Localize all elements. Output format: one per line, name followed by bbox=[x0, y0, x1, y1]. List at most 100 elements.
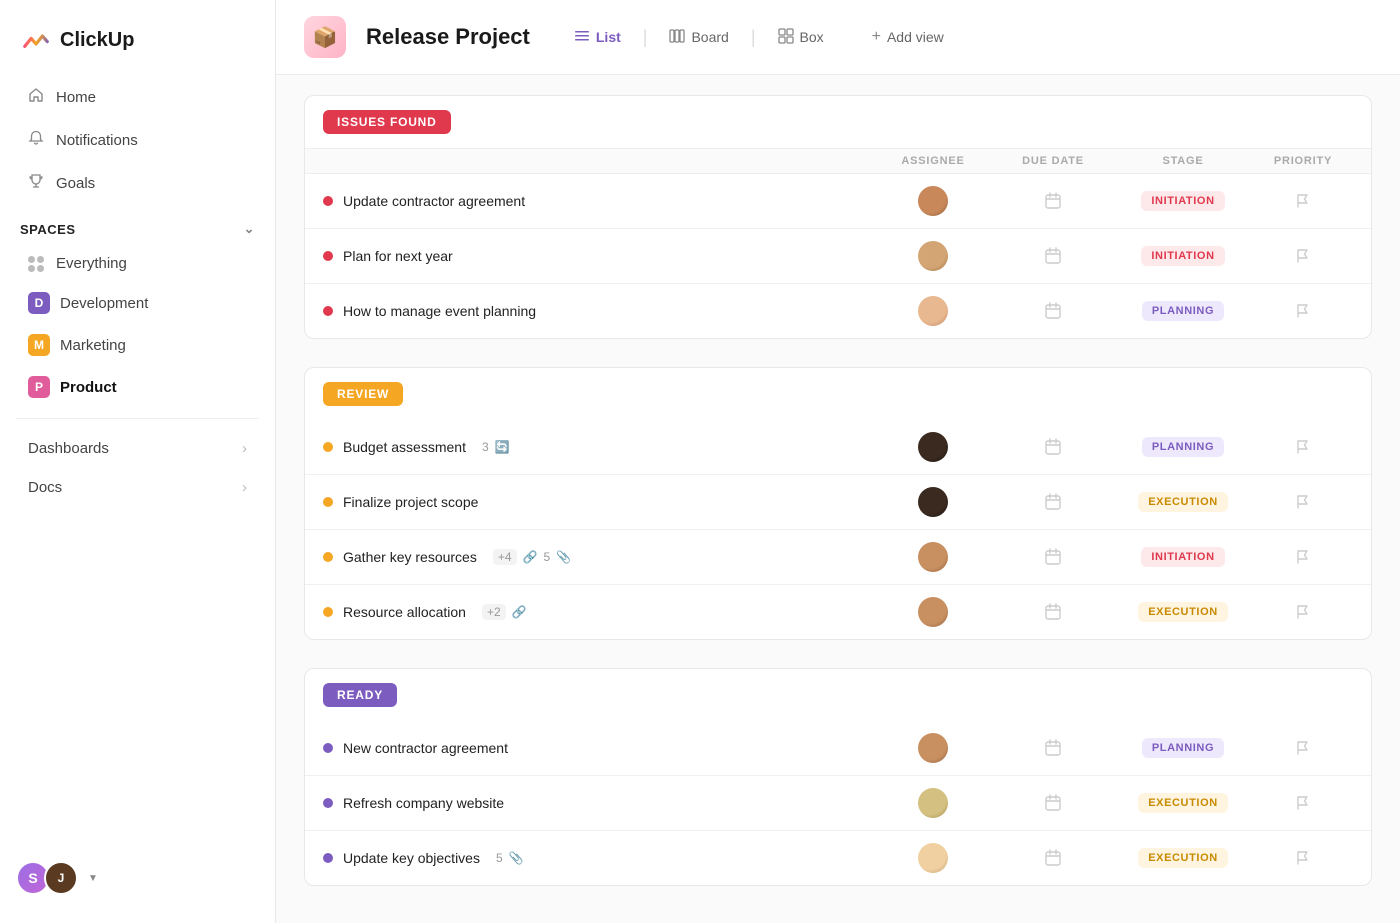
col-header-due-date: DUE DATE bbox=[993, 155, 1113, 167]
task-name-cell: Gather key resources +4 🔗 5 📎 bbox=[323, 549, 873, 565]
table-row[interactable]: How to manage event planning PLANNING bbox=[305, 284, 1371, 338]
box-tab-icon bbox=[778, 28, 794, 47]
assignee-cell bbox=[873, 788, 993, 818]
stage-cell: EXECUTION bbox=[1113, 848, 1253, 868]
stage-cell: EXECUTION bbox=[1113, 602, 1253, 622]
priority-cell bbox=[1253, 740, 1353, 756]
table-row[interactable]: Update key objectives 5 📎 EXECUTION bbox=[305, 831, 1371, 885]
table-row[interactable]: Gather key resources +4 🔗 5 📎 INITIATION bbox=[305, 530, 1371, 585]
section-review-header: REVIEW bbox=[305, 368, 1371, 420]
table-row[interactable]: Update contractor agreement INITIATION bbox=[305, 174, 1371, 229]
assignee-cell bbox=[873, 843, 993, 873]
due-date-cell bbox=[993, 849, 1113, 867]
tab-list[interactable]: List bbox=[560, 22, 635, 53]
task-extra-count: +2 bbox=[482, 604, 506, 620]
calendar-icon bbox=[1044, 849, 1062, 867]
task-name-cell: Update key objectives 5 📎 bbox=[323, 850, 873, 866]
task-name-cell: Refresh company website bbox=[323, 795, 873, 811]
table-row[interactable]: Finalize project scope EXECUTION bbox=[305, 475, 1371, 530]
due-date-cell bbox=[993, 192, 1113, 210]
stage-cell: INITIATION bbox=[1113, 547, 1253, 567]
link-icon: 🔗 bbox=[512, 605, 527, 619]
task-name-cell: Finalize project scope bbox=[323, 494, 873, 510]
assignee-cell bbox=[873, 733, 993, 763]
task-name-cell: Plan for next year bbox=[323, 248, 873, 264]
flag-icon bbox=[1295, 303, 1311, 319]
tab-board[interactable]: Board bbox=[655, 22, 742, 53]
tab-separator-1: | bbox=[643, 27, 648, 48]
sidebar-bottom: S J ▼ bbox=[0, 849, 275, 907]
sidebar-item-marketing[interactable]: M Marketing bbox=[8, 325, 267, 365]
task-subtask-count: 3 bbox=[482, 440, 489, 454]
priority-cell bbox=[1253, 303, 1353, 319]
task-status-dot bbox=[323, 798, 333, 808]
priority-cell bbox=[1253, 795, 1353, 811]
sidebar-item-docs[interactable]: Docs › bbox=[8, 469, 267, 506]
calendar-icon bbox=[1044, 794, 1062, 812]
tab-box-label: Box bbox=[800, 29, 824, 45]
avatar bbox=[918, 296, 948, 326]
table-row[interactable]: Refresh company website EXECUTION bbox=[305, 776, 1371, 831]
table-row[interactable]: Resource allocation +2 🔗 EXECUTION bbox=[305, 585, 1371, 639]
stage-badge: INITIATION bbox=[1141, 246, 1224, 266]
sidebar-item-goals[interactable]: Goals bbox=[8, 163, 267, 204]
avatar bbox=[918, 241, 948, 271]
section-review: REVIEW Budget assessment 3 🔄 PLANNING bbox=[304, 367, 1372, 640]
task-name-cell: Resource allocation +2 🔗 bbox=[323, 604, 873, 620]
flag-icon bbox=[1295, 604, 1311, 620]
task-extra-count: +4 bbox=[493, 549, 517, 565]
task-name-cell: How to manage event planning bbox=[323, 303, 873, 319]
user-dropdown-caret[interactable]: ▼ bbox=[88, 873, 98, 884]
avatar bbox=[918, 788, 948, 818]
sidebar-item-goals-label: Goals bbox=[56, 175, 95, 192]
flag-icon bbox=[1295, 193, 1311, 209]
link-icon: 🔗 bbox=[523, 550, 538, 564]
sidebar-item-notifications[interactable]: Notifications bbox=[8, 120, 267, 161]
stage-cell: EXECUTION bbox=[1113, 492, 1253, 512]
flag-icon bbox=[1295, 740, 1311, 756]
calendar-icon bbox=[1044, 493, 1062, 511]
stage-badge: EXECUTION bbox=[1138, 848, 1228, 868]
task-name: How to manage event planning bbox=[343, 303, 536, 319]
list-content: ISSUES FOUND ASSIGNEE DUE DATE STAGE PRI… bbox=[276, 75, 1400, 923]
table-row[interactable]: New contractor agreement PLANNING bbox=[305, 721, 1371, 776]
development-space-avatar: D bbox=[28, 292, 50, 314]
stage-badge: PLANNING bbox=[1142, 437, 1224, 457]
paperclip-icon: 📎 bbox=[509, 851, 524, 865]
sidebar-item-product-label: Product bbox=[60, 379, 117, 396]
assignee-cell bbox=[873, 432, 993, 462]
task-meta: +4 🔗 5 📎 bbox=[493, 549, 571, 565]
user-avatars[interactable]: S J bbox=[16, 861, 78, 895]
docs-chevron-icon: › bbox=[242, 479, 247, 496]
due-date-cell bbox=[993, 603, 1113, 621]
stage-cell: EXECUTION bbox=[1113, 793, 1253, 813]
tab-box[interactable]: Box bbox=[764, 22, 838, 53]
flag-icon bbox=[1295, 549, 1311, 565]
sidebar-item-development[interactable]: D Development bbox=[8, 283, 267, 323]
sidebar-item-product[interactable]: P Product bbox=[8, 367, 267, 407]
table-row[interactable]: Budget assessment 3 🔄 PLANNING bbox=[305, 420, 1371, 475]
task-name-cell: Budget assessment 3 🔄 bbox=[323, 439, 873, 455]
avatar bbox=[918, 843, 948, 873]
sidebar-item-marketing-label: Marketing bbox=[60, 337, 126, 354]
flag-icon bbox=[1295, 494, 1311, 510]
view-tabs: List | Board | Box bbox=[560, 22, 838, 53]
stage-cell: INITIATION bbox=[1113, 246, 1253, 266]
sidebar-item-dashboards[interactable]: Dashboards › bbox=[8, 430, 267, 467]
refresh-icon: 🔄 bbox=[495, 440, 510, 454]
tab-board-label: Board bbox=[691, 29, 728, 45]
plus-icon: + bbox=[872, 28, 881, 46]
due-date-cell bbox=[993, 247, 1113, 265]
assignee-cell bbox=[873, 487, 993, 517]
add-view-label: Add view bbox=[887, 29, 944, 45]
spaces-chevron-icon[interactable]: ⌄ bbox=[244, 221, 255, 237]
calendar-icon bbox=[1044, 548, 1062, 566]
table-row[interactable]: Plan for next year INITIATION bbox=[305, 229, 1371, 284]
stage-cell: PLANNING bbox=[1113, 738, 1253, 758]
sidebar-item-everything[interactable]: Everything bbox=[8, 246, 267, 281]
assignee-cell bbox=[873, 597, 993, 627]
add-view-button[interactable]: + Add view bbox=[858, 22, 958, 52]
due-date-cell bbox=[993, 739, 1113, 757]
sidebar-item-home[interactable]: Home bbox=[8, 77, 267, 118]
sidebar-divider bbox=[16, 418, 259, 419]
